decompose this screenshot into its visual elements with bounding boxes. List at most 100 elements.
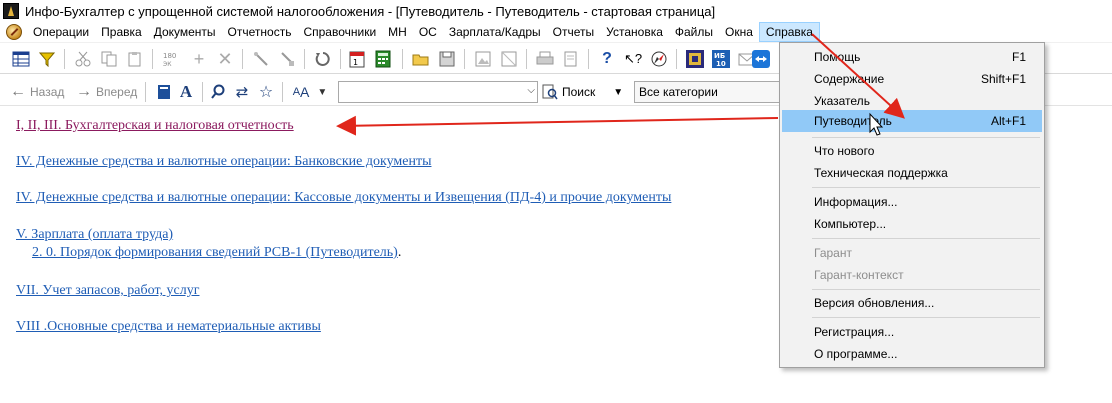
menu-item-label: Регистрация... bbox=[814, 325, 895, 339]
menu-item-label: Техническая поддержка bbox=[814, 166, 948, 180]
svg-text:10: 10 bbox=[716, 60, 726, 68]
link-rsv1[interactable]: 2. 0. Порядок формирования сведений РСВ-… bbox=[32, 245, 398, 260]
search-magnifier-icon[interactable] bbox=[208, 82, 228, 102]
svg-text:180: 180 bbox=[163, 52, 176, 60]
menu-reports[interactable]: Отчеты bbox=[547, 22, 600, 42]
menu-item-guide[interactable]: Путеводитель Alt+F1 bbox=[782, 110, 1042, 132]
cut-icon[interactable] bbox=[72, 48, 94, 70]
menu-item-index[interactable]: Указатель bbox=[782, 90, 1042, 112]
image-icon[interactable] bbox=[472, 48, 494, 70]
menu-separator bbox=[812, 137, 1040, 138]
menu-salary[interactable]: Зарплата/Кадры bbox=[443, 22, 547, 42]
calendar-icon[interactable]: 1 bbox=[346, 48, 368, 70]
menu-item-label: Компьютер... bbox=[814, 217, 887, 231]
menu-separator bbox=[812, 238, 1040, 239]
compass-icon[interactable] bbox=[648, 48, 670, 70]
back-button[interactable]: ← Назад bbox=[10, 82, 64, 102]
category-select[interactable]: Все категории bbox=[634, 81, 794, 103]
link-cash-documents[interactable]: IV. Денежные средства и валютные операци… bbox=[16, 190, 671, 206]
menu-item-tech-support[interactable]: Техническая поддержка bbox=[782, 162, 1042, 184]
menu-item-label: Указатель bbox=[814, 94, 870, 108]
forward-button[interactable]: → Вперед bbox=[76, 82, 137, 102]
save-icon[interactable] bbox=[436, 48, 458, 70]
toolbar-separator bbox=[202, 82, 203, 102]
search-input[interactable]: ⌵ bbox=[338, 81, 538, 103]
menu-item-label: Содержание bbox=[814, 72, 885, 86]
tools-alt-icon[interactable] bbox=[276, 48, 298, 70]
menu-mn[interactable]: МН bbox=[382, 22, 413, 42]
toolbar-separator bbox=[152, 49, 153, 69]
calculator-icon[interactable] bbox=[372, 48, 394, 70]
menu-item-label: Версия обновления... bbox=[814, 296, 935, 310]
menu-reporting[interactable]: Отчетность bbox=[222, 22, 298, 42]
link-bank-documents[interactable]: IV. Денежные средства и валютные операци… bbox=[16, 154, 431, 170]
menu-item-update-version[interactable]: Версия обновления... bbox=[782, 292, 1042, 314]
help-icon[interactable]: ? bbox=[596, 48, 618, 70]
search-label: Поиск bbox=[562, 85, 596, 99]
copy-icon[interactable] bbox=[98, 48, 120, 70]
toolbar-separator bbox=[340, 49, 341, 69]
toolbar-separator bbox=[402, 49, 403, 69]
menu-item-label: Путеводитель bbox=[814, 114, 892, 128]
font-icon[interactable]: A bbox=[176, 82, 196, 102]
menu-item-registration[interactable]: Регистрация... bbox=[782, 321, 1042, 343]
refresh-icon[interactable] bbox=[312, 48, 334, 70]
add-icon[interactable]: + bbox=[188, 48, 210, 70]
menu-os[interactable]: ОС bbox=[413, 22, 443, 42]
chess-icon[interactable] bbox=[684, 48, 706, 70]
filter-icon[interactable] bbox=[36, 48, 58, 70]
sublink-rsv1: 2. 0. Порядок формирования сведений РСВ-… bbox=[32, 245, 401, 261]
toolbar-separator bbox=[64, 49, 65, 69]
toolbar-separator bbox=[464, 49, 465, 69]
star-icon[interactable]: ☆ bbox=[256, 82, 276, 102]
menu-item-information[interactable]: Информация... bbox=[782, 191, 1042, 213]
menu-item-help[interactable]: Помощь F1 bbox=[782, 46, 1042, 68]
svg-text:ИБ: ИБ bbox=[714, 52, 725, 60]
print-preview-icon[interactable] bbox=[560, 48, 582, 70]
link-fixed-assets[interactable]: VIII .Основные средства и нематериальные… bbox=[16, 319, 321, 335]
menu-settings[interactable]: Установка bbox=[600, 22, 669, 42]
menu-directories[interactable]: Справочники bbox=[297, 22, 382, 42]
forward-label: Вперед bbox=[96, 85, 138, 99]
open-folder-icon[interactable] bbox=[410, 48, 432, 70]
format-180-icon[interactable]: 180 ЭК bbox=[160, 48, 182, 70]
menu-separator bbox=[812, 187, 1040, 188]
menu-item-computer[interactable]: Компьютер... bbox=[782, 213, 1042, 235]
search-doc-icon bbox=[542, 84, 558, 100]
menu-separator bbox=[812, 289, 1040, 290]
paste-icon[interactable] bbox=[124, 48, 146, 70]
swap-arrows-icon[interactable]: ⇄ bbox=[232, 82, 252, 102]
search-button[interactable]: Поиск ▼ bbox=[542, 81, 623, 103]
delete-icon[interactable]: ✕ bbox=[214, 48, 236, 70]
chevron-down-icon: ▼ bbox=[317, 86, 328, 98]
menu-files[interactable]: Файлы bbox=[669, 22, 719, 42]
menu-item-about[interactable]: О программе... bbox=[782, 343, 1042, 365]
menu-item-shortcut: Alt+F1 bbox=[990, 114, 1026, 128]
image-alt-icon[interactable] bbox=[498, 48, 520, 70]
font-size-dropdown[interactable]: AA ▼ bbox=[290, 82, 330, 102]
toolbar-separator bbox=[588, 49, 589, 69]
toolbar-separator bbox=[676, 49, 677, 69]
teamviewer-icon[interactable] bbox=[750, 48, 772, 70]
print-icon[interactable] bbox=[534, 48, 556, 70]
link-salary[interactable]: V. Зарплата (оплата труда) bbox=[16, 227, 173, 243]
menu-item-contents[interactable]: Содержание Shift+F1 bbox=[782, 68, 1042, 90]
menu-help[interactable]: Справка bbox=[758, 22, 820, 42]
tools-icon[interactable] bbox=[250, 48, 272, 70]
link-accounting-reporting[interactable]: I, II, III. Бухгалтерская и налоговая от… bbox=[16, 118, 294, 134]
system-menu-icon[interactable] bbox=[6, 24, 22, 40]
ib10-icon[interactable]: ИБ 10 bbox=[710, 48, 732, 70]
menu-operations[interactable]: Операции bbox=[27, 22, 95, 42]
context-help-icon[interactable]: ↖? bbox=[622, 48, 644, 70]
book-icon[interactable] bbox=[154, 82, 174, 102]
svg-text:ЭК: ЭК bbox=[163, 61, 172, 67]
link-inventory[interactable]: VII. Учет запасов, работ, услуг bbox=[16, 283, 199, 299]
chevron-down-icon[interactable]: ⌵ bbox=[527, 85, 535, 96]
menu-edit[interactable]: Правка bbox=[95, 22, 148, 42]
menu-documents[interactable]: Документы bbox=[148, 22, 222, 42]
menu-item-whats-new[interactable]: Что нового bbox=[782, 140, 1042, 162]
table-grid-icon[interactable] bbox=[10, 48, 32, 70]
app-icon bbox=[3, 3, 19, 19]
menu-windows[interactable]: Окна bbox=[719, 22, 759, 42]
svg-text:1: 1 bbox=[353, 58, 358, 67]
